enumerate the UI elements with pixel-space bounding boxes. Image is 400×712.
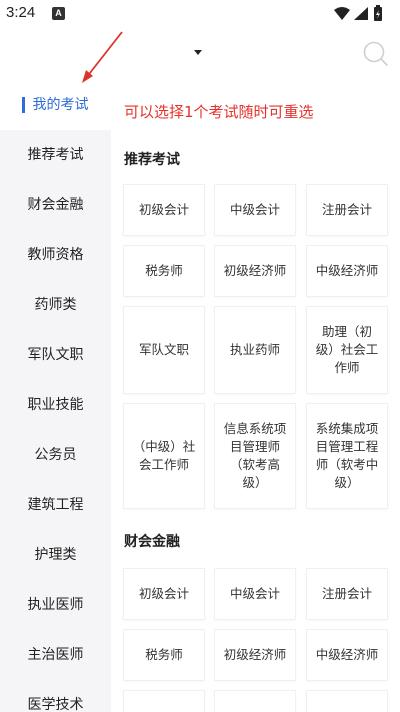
sidebar-item-label: 推荐考试: [27, 147, 84, 163]
exam-card[interactable]: 税务师: [124, 246, 204, 296]
exam-card[interactable]: 初级会计: [124, 569, 204, 619]
top-header: [0, 28, 400, 80]
section-title-recommended: 推荐考试: [124, 152, 180, 168]
selection-hint: 可以选择1个考试随时可重选: [124, 103, 314, 121]
sidebar-item-label: 教师资格: [27, 247, 84, 263]
status-bar: 3:24 A: [0, 0, 400, 28]
status-icons-svg: [334, 5, 382, 21]
exam-card[interactable]: （中级）社会工作师: [124, 404, 204, 508]
exam-card-partial[interactable]: [215, 691, 295, 712]
exam-card[interactable]: 中级经济师: [307, 630, 387, 680]
exam-card[interactable]: 执业药师: [215, 307, 295, 393]
sidebar-item-label: 军队文职: [27, 347, 84, 363]
exam-card[interactable]: 注册会计: [307, 185, 387, 235]
sidebar-item-pharmacist[interactable]: 药师类: [0, 280, 111, 330]
sidebar-item-physician[interactable]: 执业医师: [0, 580, 111, 630]
exam-card[interactable]: 注册会计: [307, 569, 387, 619]
annotation-arrow-icon: [82, 31, 123, 83]
sidebar-item-label: 药师类: [34, 297, 77, 313]
sidebar-item-label: 主治医师: [27, 647, 84, 663]
sidebar-item-label: 执业医师: [27, 597, 84, 613]
exam-card[interactable]: 初级经济师: [215, 630, 295, 680]
wifi-icon: [334, 7, 350, 20]
search-button[interactable]: [362, 40, 390, 72]
search-icon: [363, 41, 388, 66]
sidebar-item-label: 职业技能: [27, 397, 84, 413]
sidebar-item-finance[interactable]: 财会金融: [0, 180, 111, 230]
sidebar-item-vocational[interactable]: 职业技能: [0, 380, 111, 430]
exam-card[interactable]: 军队文职: [124, 307, 204, 393]
sidebar-item-construction[interactable]: 建筑工程: [0, 480, 111, 530]
caret-down-icon[interactable]: [194, 50, 202, 55]
status-time: 3:24: [6, 4, 36, 21]
exam-list-panel: 可以选择1个考试随时可重选 推荐考试 初级会计 中级会计 注册会计 税务师 初级…: [111, 80, 400, 712]
sidebar-item-teacher[interactable]: 教师资格: [0, 230, 111, 280]
sidebar-item-medical-tech[interactable]: 医学技术: [0, 680, 111, 712]
exam-card-partial[interactable]: [124, 691, 204, 712]
exam-card[interactable]: 中级经济师: [307, 246, 387, 296]
sidebar-item-attending[interactable]: 主治医师: [0, 630, 111, 680]
exam-card-partial[interactable]: [307, 691, 387, 712]
exam-card[interactable]: 初级经济师: [215, 246, 295, 296]
section-title-finance: 财会金融: [124, 534, 180, 550]
category-sidebar: 我的考试 推荐考试 财会金融 教师资格 药师类 军队文职 职业技能 公务员 建筑…: [0, 80, 111, 712]
signal-icon: [354, 7, 368, 20]
exam-card[interactable]: 系统集成项目管理工程师（软考中级）: [307, 404, 387, 508]
sidebar-item-label: 财会金融: [27, 197, 84, 213]
exam-card[interactable]: 中级会计: [215, 185, 295, 235]
sidebar-item-recommended[interactable]: 推荐考试: [0, 130, 111, 180]
sidebar-item-label: 护理类: [34, 547, 77, 563]
sidebar-item-my-exams[interactable]: 我的考试: [0, 80, 111, 130]
exam-card[interactable]: 中级会计: [215, 569, 295, 619]
exam-card[interactable]: 助理（初级）社会工作师: [307, 307, 387, 393]
exam-card[interactable]: 信息系统项目管理师（软考高级）: [215, 404, 295, 508]
notification-icon: A: [52, 7, 65, 20]
sidebar-item-label: 公务员: [34, 447, 77, 463]
active-indicator: [22, 97, 25, 113]
sidebar-item-civil-servant[interactable]: 公务员: [0, 430, 111, 480]
sidebar-item-label: 建筑工程: [27, 497, 84, 513]
status-icons: [332, 5, 392, 23]
exam-card[interactable]: 税务师: [124, 630, 204, 680]
sidebar-item-military[interactable]: 军队文职: [0, 330, 111, 380]
exam-card[interactable]: 初级会计: [124, 185, 204, 235]
sidebar-item-label: 我的考试: [32, 97, 89, 113]
sidebar-item-label: 医学技术: [27, 697, 84, 712]
sidebar-item-nursing[interactable]: 护理类: [0, 530, 111, 580]
